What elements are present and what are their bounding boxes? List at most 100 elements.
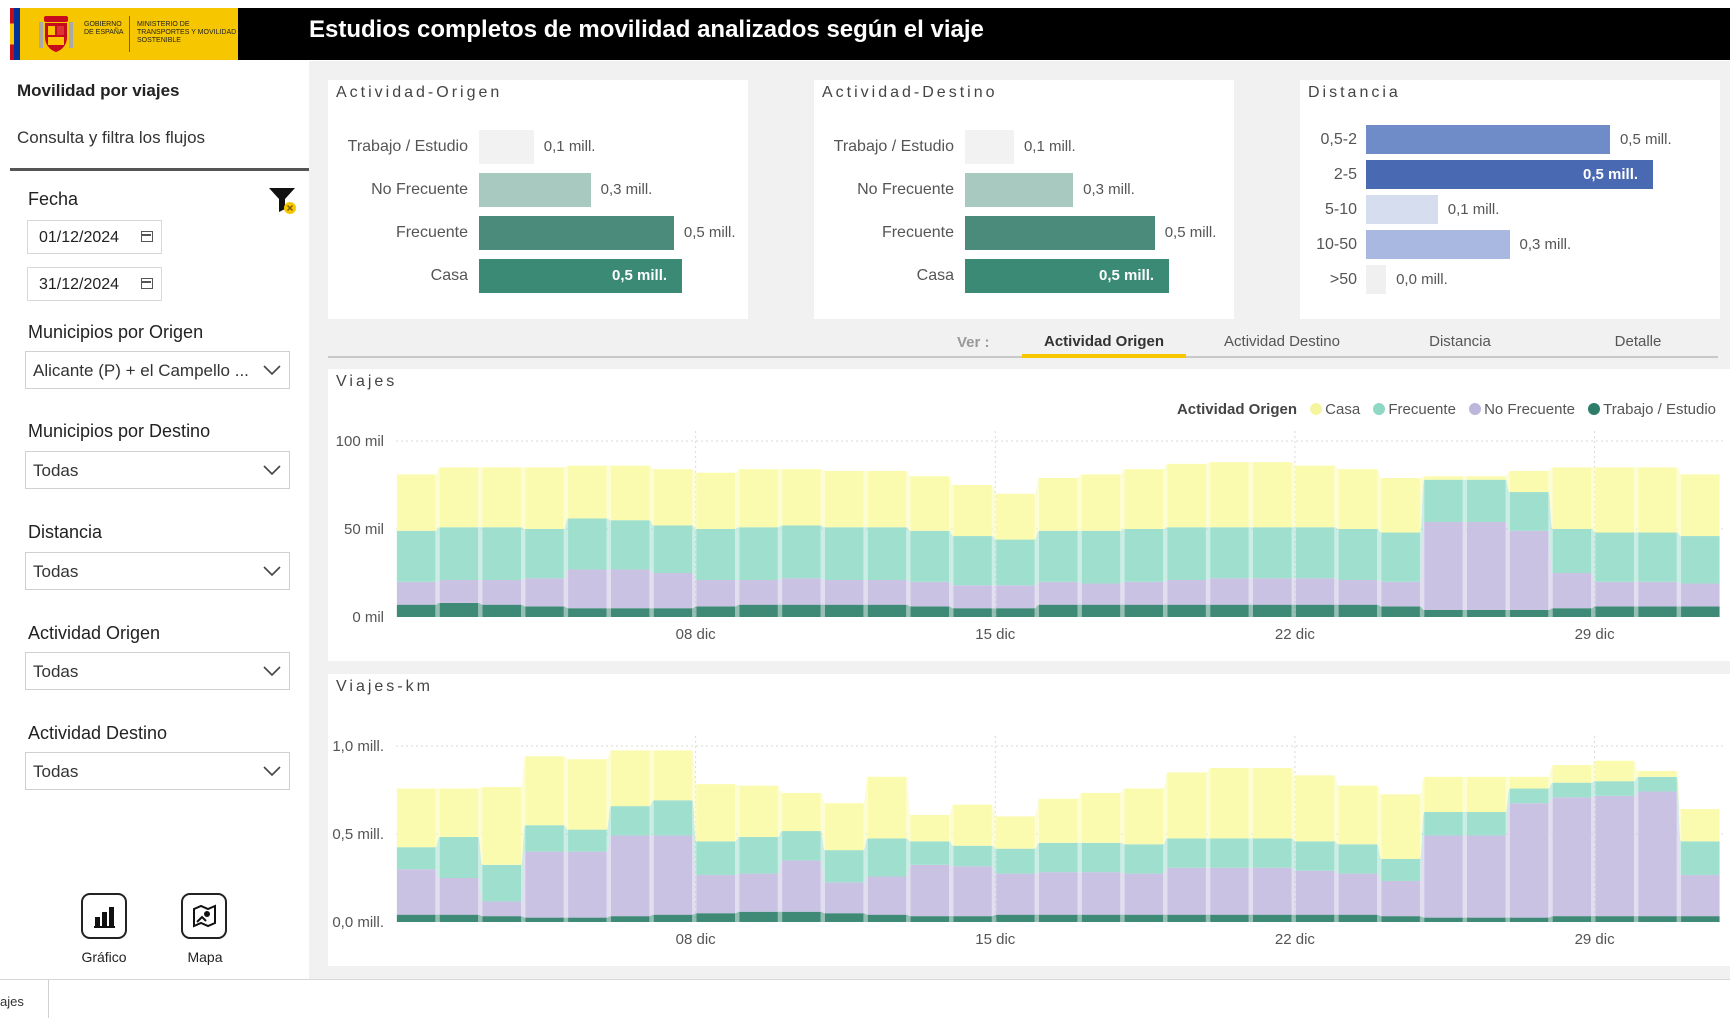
data-bar-segment[interactable] [867, 580, 907, 605]
data-bar-segment[interactable] [1509, 492, 1549, 531]
data-bar-segment[interactable] [1210, 914, 1249, 922]
data-bar-segment[interactable] [1295, 914, 1335, 922]
data-bar-segment[interactable] [1295, 604, 1335, 617]
clear-filter-icon[interactable] [268, 186, 298, 216]
data-bar-segment[interactable] [696, 606, 736, 617]
data-bar-segment[interactable] [867, 876, 907, 915]
bar[interactable] [479, 216, 674, 250]
data-bar-segment[interactable] [1124, 604, 1164, 617]
data-bar-segment[interactable] [653, 750, 693, 801]
data-bar-segment[interactable] [1595, 781, 1634, 796]
data-bar-segment[interactable] [867, 838, 907, 877]
data-bar-segment[interactable] [867, 776, 907, 839]
data-bar-segment[interactable] [1295, 527, 1335, 579]
data-bar-segment[interactable] [953, 536, 992, 586]
data-bar-segment[interactable] [1381, 858, 1420, 881]
data-bar-segment[interactable] [1424, 835, 1463, 918]
data-bar-segment[interactable] [910, 814, 950, 842]
data-bar-segment[interactable] [910, 581, 950, 607]
data-bar-segment[interactable] [1338, 529, 1378, 581]
data-bar-segment[interactable] [696, 580, 736, 607]
data-bar-segment[interactable] [610, 916, 650, 922]
data-bar-segment[interactable] [1252, 867, 1292, 915]
data-bar-segment[interactable] [525, 606, 564, 617]
bar[interactable] [1366, 125, 1610, 154]
bar[interactable] [1366, 265, 1387, 294]
bar[interactable] [479, 173, 591, 207]
data-bar-segment[interactable] [1467, 479, 1506, 522]
data-bar-segment[interactable] [1424, 917, 1463, 922]
data-bar-segment[interactable] [1552, 608, 1592, 617]
data-bar-segment[interactable] [824, 850, 864, 883]
data-bar-segment[interactable] [996, 816, 1035, 849]
data-bar-segment[interactable] [696, 841, 736, 876]
data-bar-segment[interactable] [482, 527, 521, 581]
data-bar-segment[interactable] [1509, 530, 1549, 610]
data-bar-segment[interactable] [1252, 914, 1292, 922]
data-bar-segment[interactable] [1467, 521, 1506, 610]
data-bar-segment[interactable] [1552, 782, 1592, 798]
data-bar-segment[interactable] [568, 465, 607, 519]
data-bar-segment[interactable] [824, 803, 864, 851]
data-bar-segment[interactable] [1424, 812, 1463, 836]
data-bar-segment[interactable] [396, 581, 436, 605]
data-bar-segment[interactable] [1038, 798, 1078, 843]
data-bar-segment[interactable] [953, 585, 992, 609]
data-bar-segment[interactable] [1338, 580, 1378, 605]
data-bar-segment[interactable] [525, 529, 564, 579]
data-bar-segment[interactable] [1338, 914, 1378, 922]
data-bar-segment[interactable] [1552, 916, 1592, 922]
data-bar-segment[interactable] [696, 784, 736, 842]
data-bar-segment[interactable] [482, 864, 521, 902]
data-bar-segment[interactable] [1038, 604, 1078, 617]
data-bar-segment[interactable] [739, 580, 778, 605]
data-bar-segment[interactable] [1210, 768, 1249, 839]
data-bar-segment[interactable] [1167, 463, 1206, 528]
data-bar-segment[interactable] [610, 465, 650, 521]
data-bar-segment[interactable] [525, 756, 564, 826]
data-bar-segment[interactable] [1381, 532, 1420, 582]
data-bar-segment[interactable] [1252, 604, 1292, 617]
bar[interactable] [965, 173, 1074, 207]
data-bar-segment[interactable] [1252, 838, 1292, 868]
data-bar-segment[interactable] [482, 916, 521, 922]
data-bar-segment[interactable] [782, 831, 821, 861]
data-bar-segment[interactable] [782, 578, 821, 605]
data-bar-segment[interactable] [1595, 916, 1634, 922]
tab-distancia[interactable]: Distancia [1378, 333, 1542, 350]
data-bar-segment[interactable] [824, 913, 864, 922]
data-bar-segment[interactable] [1509, 609, 1549, 617]
data-bar-segment[interactable] [996, 608, 1035, 617]
data-bar-segment[interactable] [482, 901, 521, 917]
data-bar-segment[interactable] [396, 869, 436, 915]
data-bar-segment[interactable] [1681, 606, 1720, 617]
data-bar-segment[interactable] [696, 529, 736, 581]
data-bar-segment[interactable] [953, 608, 992, 617]
bar[interactable] [965, 130, 1014, 164]
data-bar-segment[interactable] [953, 916, 992, 922]
data-bar-segment[interactable] [696, 875, 736, 914]
data-bar-segment[interactable] [439, 527, 479, 581]
data-bar-segment[interactable] [1210, 867, 1249, 915]
data-bar-segment[interactable] [1081, 530, 1121, 584]
data-bar-segment[interactable] [610, 608, 650, 617]
data-bar-segment[interactable] [1124, 873, 1164, 915]
data-bar-segment[interactable] [1381, 916, 1420, 922]
data-bar-segment[interactable] [1681, 916, 1720, 922]
data-bar-segment[interactable] [1167, 527, 1206, 581]
grafico-nav-button[interactable] [81, 893, 127, 939]
data-bar-segment[interactable] [568, 759, 607, 830]
data-bar-segment[interactable] [396, 847, 436, 870]
data-bar-segment[interactable] [1081, 792, 1121, 843]
data-bar-segment[interactable] [1638, 770, 1677, 777]
data-bar-segment[interactable] [439, 836, 479, 878]
data-bar-segment[interactable] [1509, 788, 1549, 804]
data-bar-segment[interactable] [910, 841, 950, 865]
data-bar-segment[interactable] [1038, 530, 1078, 582]
actividad-origen-dropdown[interactable]: Todas [25, 652, 290, 690]
data-bar-segment[interactable] [396, 604, 436, 617]
data-bar-segment[interactable] [653, 800, 693, 836]
data-bar-segment[interactable] [610, 806, 650, 836]
data-bar-segment[interactable] [1124, 844, 1164, 874]
data-bar-segment[interactable] [910, 916, 950, 922]
